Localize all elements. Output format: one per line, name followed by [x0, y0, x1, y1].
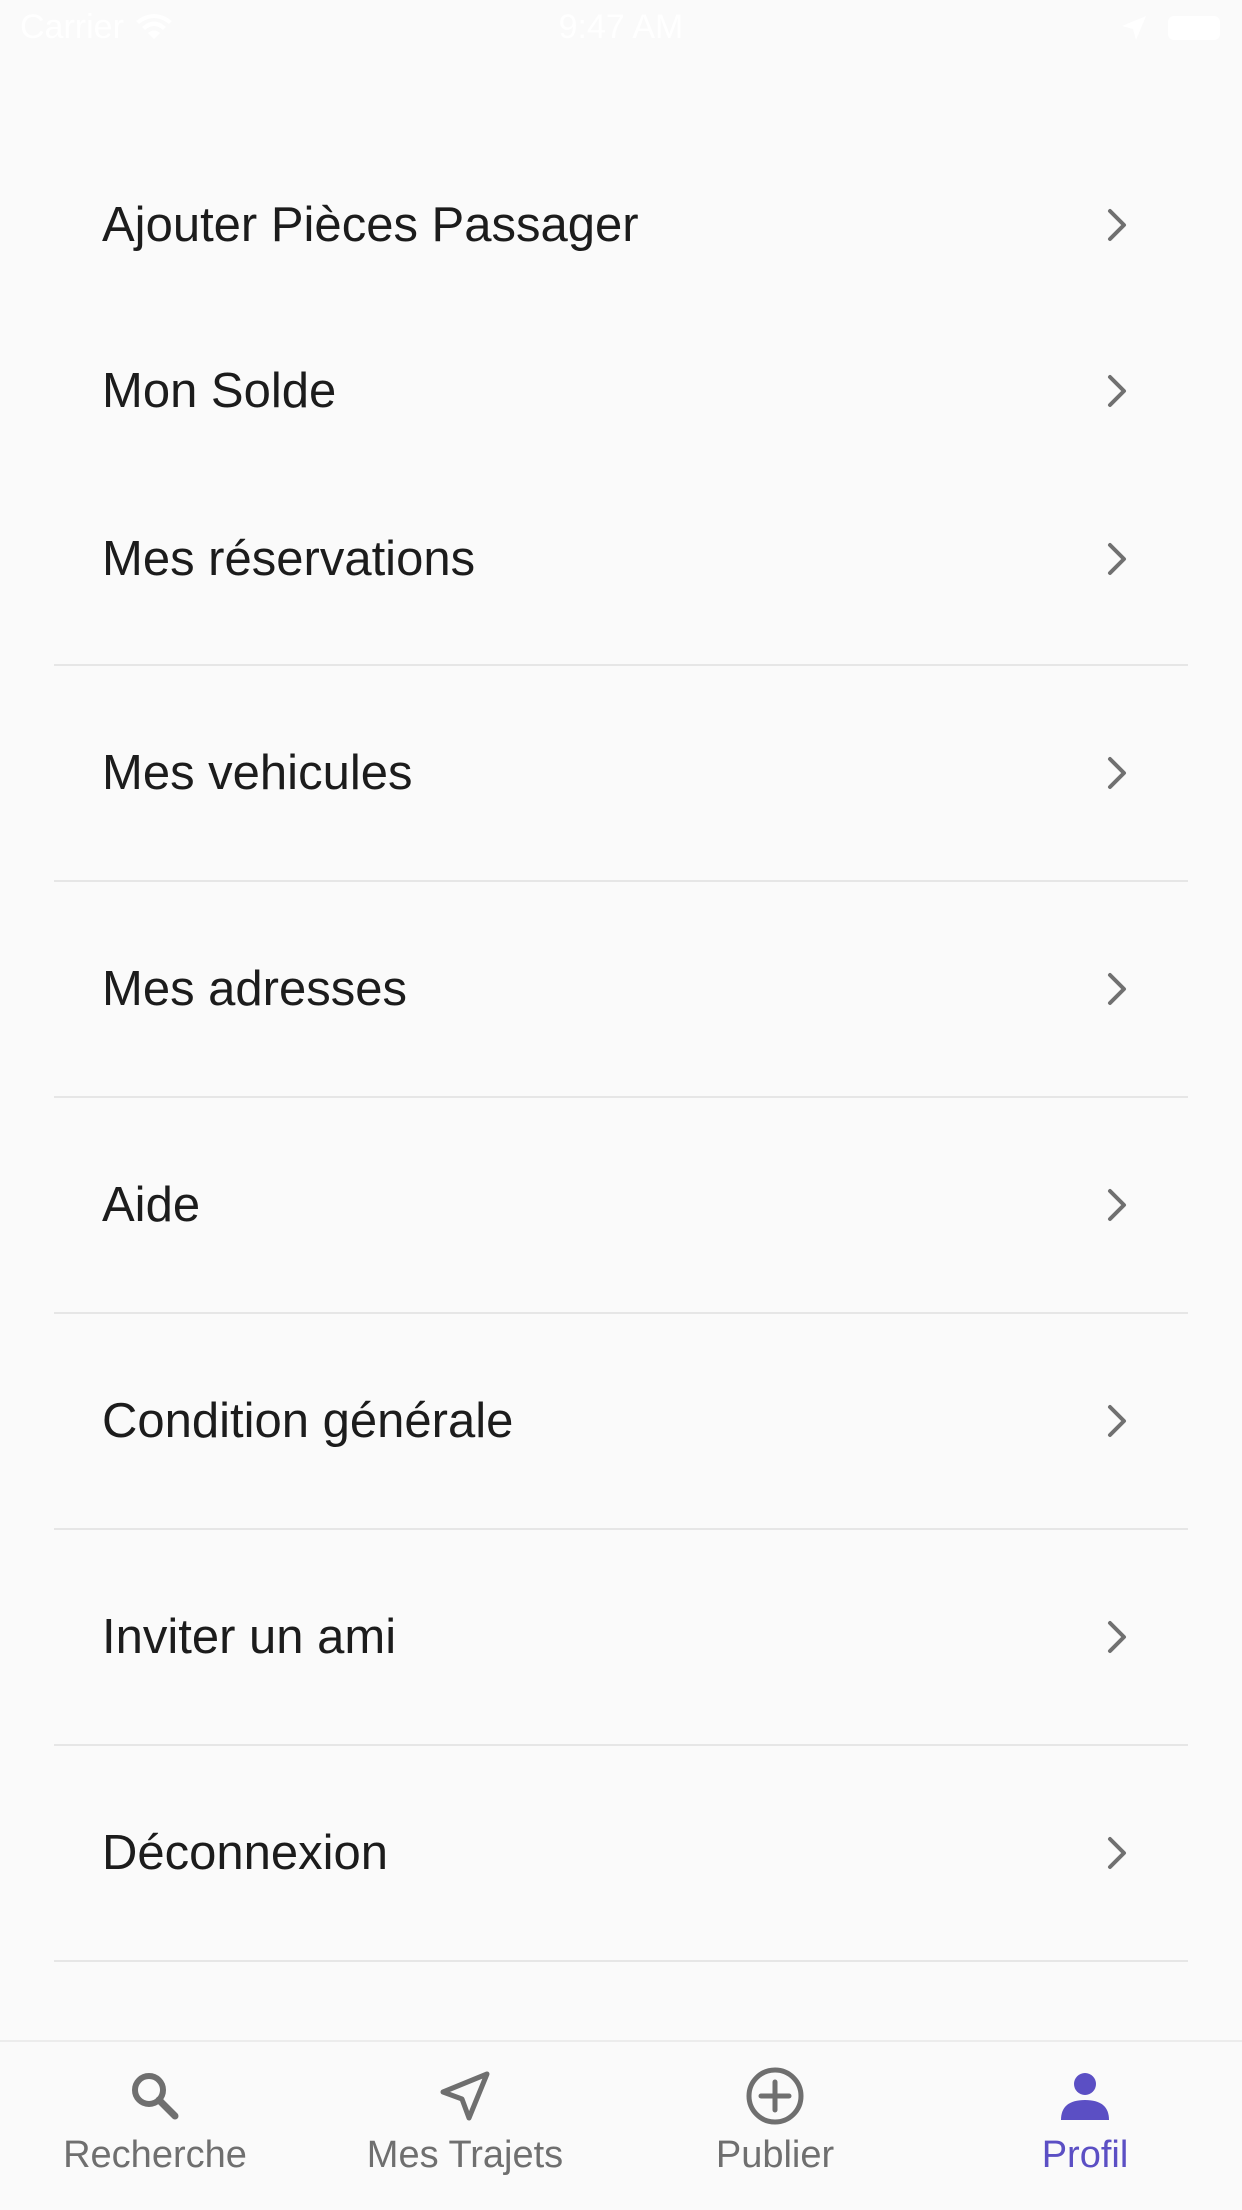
menu-item-mes-vehicules[interactable]: Mes vehicules — [54, 666, 1188, 880]
add-circle-icon — [746, 2067, 804, 2125]
navigation-arrow-icon — [440, 2071, 490, 2121]
bottom-tab-bar: Recherche Mes Trajets Publier Profil — [0, 2040, 1242, 2210]
menu-item-condition-generale[interactable]: Condition générale — [54, 1314, 1188, 1528]
menu-item-ajouter-pieces-passager[interactable]: Ajouter Pièces Passager — [54, 190, 1188, 260]
menu-item-inviter-un-ami[interactable]: Inviter un ami — [54, 1530, 1188, 1744]
tab-label: Profil — [1041, 2134, 1129, 2176]
tab-label: Mes Trajets — [366, 2134, 564, 2176]
tab-label: Recherche — [63, 2134, 247, 2176]
chevron-right-icon — [1108, 1189, 1126, 1221]
tab-label: Publier — [715, 2134, 835, 2176]
profile-menu-list: Ajouter Pièces Passager Mon Solde Mes ré… — [0, 0, 1242, 2040]
chevron-right-icon — [1108, 1621, 1126, 1653]
chevron-right-icon — [1108, 375, 1126, 407]
chevron-right-icon — [1108, 543, 1126, 575]
menu-item-label: Mes réservations — [102, 532, 476, 586]
search-icon — [132, 2073, 179, 2120]
menu-item-mon-solde[interactable]: Mon Solde — [54, 306, 1188, 476]
menu-item-label: Condition générale — [102, 1394, 514, 1448]
chevron-right-icon — [1108, 1405, 1126, 1437]
menu-item-label: Mes adresses — [102, 962, 408, 1016]
menu-item-label: Déconnexion — [102, 1826, 389, 1880]
chevron-right-icon — [1108, 209, 1126, 241]
menu-item-label: Ajouter Pièces Passager — [102, 198, 639, 252]
menu-item-mes-reservations[interactable]: Mes réservations — [54, 474, 1188, 644]
menu-item-label: Aide — [102, 1178, 201, 1232]
menu-item-label: Mes vehicules — [102, 746, 413, 800]
menu-item-aide[interactable]: Aide — [54, 1098, 1188, 1312]
chevron-right-icon — [1108, 757, 1126, 789]
divider — [54, 1960, 1188, 1962]
menu-item-label: Inviter un ami — [102, 1610, 397, 1664]
tab-mes-trajets[interactable]: Mes Trajets — [310, 2042, 620, 2210]
tab-recherche[interactable]: Recherche — [0, 2042, 310, 2210]
person-icon — [1061, 2073, 1109, 2120]
tab-publier[interactable]: Publier — [620, 2042, 930, 2210]
menu-item-deconnexion[interactable]: Déconnexion — [54, 1746, 1188, 1960]
chevron-right-icon — [1108, 973, 1126, 1005]
tab-profil[interactable]: Profil — [930, 2042, 1240, 2210]
menu-item-mes-adresses[interactable]: Mes adresses — [54, 882, 1188, 1096]
chevron-right-icon — [1108, 1837, 1126, 1869]
menu-item-label: Mon Solde — [102, 364, 337, 418]
